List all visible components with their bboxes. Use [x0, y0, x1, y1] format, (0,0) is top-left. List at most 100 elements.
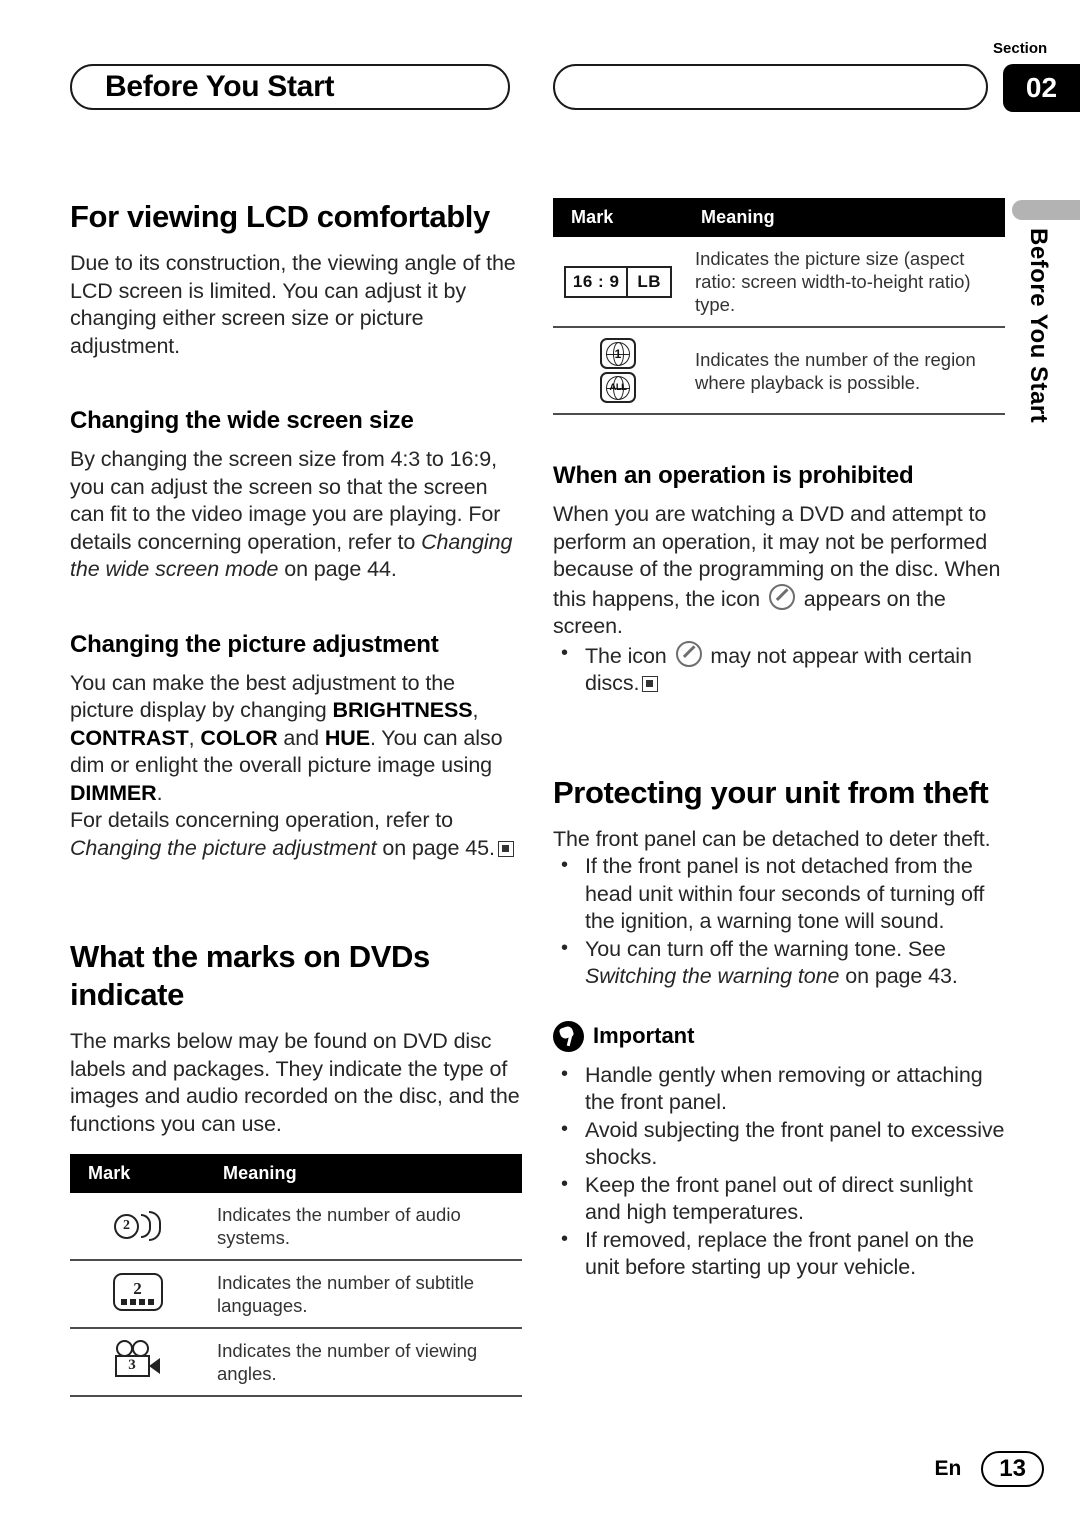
- aspect-ratio-icon: 16 : 9 LB: [563, 265, 673, 298]
- section-heading-dvd-marks: What the marks on DVDs indicate: [70, 939, 430, 1012]
- table-row: 16 : 9 LB Indicates the picture size (as…: [553, 237, 1005, 328]
- column-header-mark: Mark: [553, 198, 683, 237]
- theft-bullets: If the front panel is not detached from …: [553, 852, 1005, 991]
- column-header-meaning: Meaning: [683, 198, 1005, 237]
- list-item: You can turn off the warning tone. See S…: [553, 935, 1005, 991]
- meaning-cell-subtitle: Indicates the number of subtitle languag…: [205, 1260, 522, 1329]
- dvd-marks-table-2: Mark Meaning 16 : 9 LB Indicates the pic…: [553, 198, 1005, 415]
- pa-text-2: ,: [472, 698, 479, 722]
- theft-intro-paragraph: The front panel can be detached to deter…: [553, 826, 991, 851]
- dvd-marks-table: Mark Meaning 2 Indicates the number of a…: [70, 1154, 522, 1397]
- prohibited-icon: [675, 640, 702, 667]
- section-label: Section: [993, 40, 1048, 57]
- picture-adjustment-reference: For details concerning operation, refer …: [70, 807, 522, 862]
- wide-screen-size-paragraph: By changing the screen size from 4:3 to …: [70, 446, 522, 584]
- meaning-cell-aspect-ratio: Indicates the picture size (aspect ratio…: [683, 237, 1005, 328]
- mark-cell-region: 1 ALL: [553, 327, 683, 415]
- region-number-value: 1: [614, 346, 622, 361]
- globe-icon: 1: [606, 341, 630, 366]
- keyword-brightness: BRIGHTNESS: [332, 698, 473, 722]
- operation-prohibited-paragraph: When you are watching a DVD and attempt …: [553, 501, 1005, 641]
- region-all-value: ALL: [609, 381, 627, 393]
- section-number-badge: 02: [1003, 64, 1080, 112]
- important-bullets: Handle gently when removing or attaching…: [553, 1061, 1005, 1282]
- important-callout-header: Important: [553, 1020, 1005, 1052]
- end-of-section-icon: [642, 676, 659, 692]
- list-item: If removed, replace the front panel on t…: [553, 1226, 1005, 1282]
- region-code-icon: 1 ALL: [600, 338, 636, 403]
- mark-cell-subtitle: 2: [70, 1260, 205, 1329]
- language-code: En: [934, 1457, 962, 1480]
- lcd-intro-paragraph: Due to its construction, the viewing ang…: [70, 251, 516, 358]
- ws-text-2: on page 44.: [278, 557, 397, 581]
- subtitle-languages-icon: 2: [112, 1272, 163, 1311]
- picture-adjustment-paragraph: You can make the best adjustment to the …: [70, 670, 522, 808]
- list-item: Handle gently when removing or attaching…: [553, 1061, 1005, 1117]
- meaning-cell-audio: Indicates the number of audio systems.: [205, 1193, 522, 1261]
- mark-cell-aspect-ratio: 16 : 9 LB: [553, 237, 683, 328]
- column-header-mark: Mark: [70, 1154, 205, 1193]
- subheading-operation-prohibited: When an operation is prohibited: [553, 462, 914, 489]
- theft-cross-reference: Switching the warning tone: [585, 964, 840, 988]
- meaning-cell-region: Indicates the number of the region where…: [683, 327, 1005, 415]
- operation-prohibited-bullets: The icon may not appear with certain dis…: [553, 640, 1005, 698]
- end-of-section-icon: [497, 840, 514, 857]
- pa-text-6: .: [156, 780, 163, 805]
- table-header-row: Mark Meaning: [553, 198, 1005, 237]
- theft-b2-text-2: on page 43.: [839, 964, 958, 988]
- page-number: 13: [981, 1451, 1044, 1487]
- pa-text-4: and: [277, 725, 325, 750]
- subtitle-dots-icon: [115, 1298, 161, 1305]
- globe-icon: ALL: [606, 375, 630, 400]
- mark-cell-angle: 3: [70, 1328, 205, 1397]
- subheading-picture-adjustment: Changing the picture adjustment: [70, 630, 439, 658]
- pa-text-3: ,: [188, 725, 201, 750]
- left-column: For viewing LCD comfortably Due to its c…: [70, 198, 522, 1397]
- table-row: 2 Indicates the number of audio systems.: [70, 1193, 522, 1261]
- meaning-cell-angle: Indicates the number of viewing angles.: [205, 1328, 522, 1397]
- pa-cross-reference: Changing the picture adjustment: [70, 835, 377, 860]
- prohibited-icon: [768, 583, 795, 610]
- section-heading-theft: Protecting your unit from theft: [553, 774, 989, 810]
- pa-ref-1: For details concerning operation, refer …: [70, 808, 454, 832]
- region-code-1-icon: 1: [600, 338, 636, 369]
- aspect-ratio-value: 16 : 9: [566, 267, 629, 296]
- subtitle-count-value: 2: [133, 1278, 142, 1298]
- region-code-all-icon: ALL: [600, 372, 636, 403]
- keyword-contrast: CONTRAST: [70, 725, 189, 750]
- op-bullet-text-1: The icon: [585, 643, 673, 668]
- chapter-title: Before You Start: [105, 70, 335, 103]
- viewing-angles-icon: 3: [111, 1339, 165, 1380]
- important-label: Important: [593, 1023, 695, 1048]
- pushpin-icon: [553, 1020, 584, 1052]
- table-row: 2 Indicates the number of subtitle langu…: [70, 1260, 522, 1329]
- camera-lens-icon: [148, 1357, 160, 1374]
- angle-count-value: 3: [114, 1354, 150, 1377]
- list-item: The icon may not appear with certain dis…: [553, 640, 1005, 698]
- right-column: Mark Meaning 16 : 9 LB Indicates the pic…: [553, 198, 1005, 1282]
- dvd-marks-intro: The marks below may be found on DVD disc…: [70, 1029, 520, 1136]
- keyword-hue: HUE: [324, 725, 370, 750]
- header-pill-right: [553, 64, 988, 110]
- theft-b2-text-1: You can turn off the warning tone. See: [585, 936, 946, 961]
- sound-wave-large-icon: [149, 1211, 161, 1241]
- subheading-wide-screen-size: Changing the wide screen size: [70, 407, 414, 434]
- table-row: 3 Indicates the number of viewing angles…: [70, 1328, 522, 1397]
- pa-ref-2: on page 45.: [376, 835, 495, 860]
- table-header-row: Mark Meaning: [70, 1154, 522, 1193]
- page-header: Before You Start Section 02: [0, 40, 1080, 120]
- column-header-meaning: Meaning: [205, 1154, 522, 1193]
- mark-cell-audio: 2: [70, 1193, 205, 1261]
- side-tab-marker: [1012, 200, 1080, 220]
- pushpin-head-icon: [558, 1024, 575, 1040]
- section-heading-lcd: For viewing LCD comfortably: [70, 199, 490, 234]
- list-item: If the front panel is not detached from …: [553, 852, 1005, 936]
- list-item: Avoid subjecting the front panel to exce…: [553, 1116, 1005, 1172]
- side-tab-label: Before You Start: [1025, 228, 1052, 424]
- list-item: Keep the front panel out of direct sunli…: [553, 1171, 1005, 1227]
- letterbox-label: LB: [637, 272, 662, 291]
- page-footer: En 13: [934, 1451, 1044, 1487]
- keyword-color: COLOR: [200, 725, 278, 750]
- keyword-dimmer: DIMMER: [70, 780, 157, 805]
- audio-systems-icon: 2: [114, 1211, 161, 1241]
